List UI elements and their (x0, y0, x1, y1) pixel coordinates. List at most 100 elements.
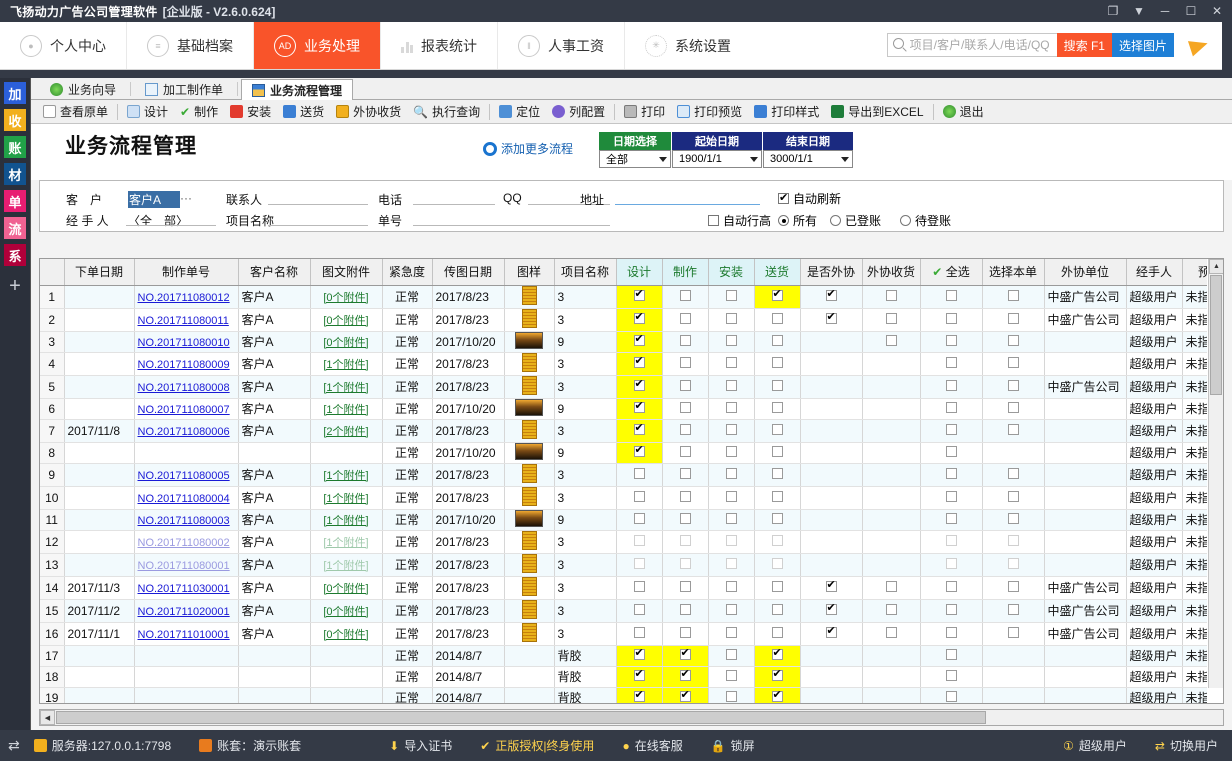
grid-cell-design[interactable] (616, 530, 662, 553)
grid-cell-produce[interactable] (662, 530, 708, 553)
tab-business-wizard[interactable]: 业务向导 (39, 78, 127, 99)
row-checkbox[interactable] (634, 513, 645, 524)
grid-cell-select_one[interactable] (982, 687, 1044, 703)
grid-cell-out_recv[interactable] (862, 352, 920, 375)
grid-cell-deliver[interactable] (754, 285, 800, 308)
grid-cell-outsource[interactable] (800, 442, 862, 463)
rail-item-account[interactable]: 账 (4, 136, 26, 158)
grid-cell-out_recv[interactable] (862, 553, 920, 576)
row-checkbox[interactable] (886, 581, 897, 592)
row-checkbox[interactable] (680, 558, 691, 569)
toolbar-install[interactable]: 安装 (224, 101, 277, 123)
grid-cell-select_one[interactable] (982, 463, 1044, 486)
row-checkbox[interactable] (726, 691, 737, 702)
grid-cell-produce[interactable] (662, 285, 708, 308)
row-checkbox[interactable] (946, 491, 957, 502)
status-online-service[interactable]: ● 在线客服 (608, 737, 696, 754)
make-order-link[interactable]: NO.201711080009 (138, 359, 230, 371)
row-checkbox[interactable] (634, 357, 645, 368)
thumbnail-image[interactable] (522, 531, 537, 550)
rail-item-system[interactable]: 系 (4, 244, 26, 266)
end-date-dropdown[interactable]: 3000/1/1 (763, 150, 853, 168)
grid-cell-out_recv[interactable] (862, 419, 920, 442)
row-checkbox[interactable] (1008, 424, 1019, 435)
row-checkbox[interactable] (772, 627, 783, 638)
grid-cell-out_recv[interactable] (862, 530, 920, 553)
grid-cell-design[interactable] (616, 576, 662, 599)
row-checkbox[interactable] (772, 357, 783, 368)
grid-cell-select_one[interactable] (982, 530, 1044, 553)
row-checkbox[interactable] (1008, 558, 1019, 569)
attachment-link[interactable]: [0个附件] (323, 315, 368, 327)
grid-cell-deliver[interactable] (754, 419, 800, 442)
row-checkbox[interactable] (826, 290, 837, 301)
table-row[interactable]: 3NO.201711080010客户A[0个附件]正常2017/10/209超级… (40, 331, 1207, 352)
row-checkbox[interactable] (946, 513, 957, 524)
attachment-link[interactable]: [0个附件] (323, 292, 368, 304)
nav-item-hr-payroll[interactable]: ‖ 人事工资 (498, 22, 625, 69)
grid-cell-produce[interactable] (662, 463, 708, 486)
row-checkbox[interactable] (726, 491, 737, 502)
grid-cell-select_one[interactable] (982, 442, 1044, 463)
grid-cell-design[interactable] (616, 419, 662, 442)
row-checkbox[interactable] (680, 670, 691, 681)
thumbnail-image[interactable] (522, 623, 537, 642)
grid-cell-deliver[interactable] (754, 463, 800, 486)
row-checkbox[interactable] (680, 357, 691, 368)
attachment-link[interactable]: [1个附件] (323, 382, 368, 394)
grid-cell-produce[interactable] (662, 308, 708, 331)
make-order-link[interactable]: NO.201711080005 (138, 470, 230, 482)
row-checkbox[interactable] (1008, 513, 1019, 524)
make-order-link[interactable]: NO.201711010001 (138, 629, 230, 641)
row-checkbox[interactable] (886, 290, 897, 301)
grid-cell-out_recv[interactable] (862, 486, 920, 509)
make-order-link[interactable]: NO.201711030001 (138, 583, 230, 595)
thumbnail-image[interactable] (522, 487, 537, 506)
row-checkbox[interactable] (634, 290, 645, 301)
row-checkbox[interactable] (634, 335, 645, 346)
thumbnail-image[interactable] (522, 286, 537, 305)
row-checkbox[interactable] (772, 670, 783, 681)
toolbar-print[interactable]: 打印 (618, 101, 671, 123)
grid-cell-select_all[interactable] (920, 375, 982, 398)
row-checkbox[interactable] (772, 491, 783, 502)
grid-column-header-install[interactable]: 安装 (708, 259, 754, 285)
grid-column-header-out_unit[interactable]: 外协单位 (1044, 259, 1126, 285)
radio-posted[interactable]: 已登账 (830, 212, 881, 229)
row-checkbox[interactable] (772, 335, 783, 346)
thumbnail-image[interactable] (522, 600, 537, 619)
grid-cell-select_all[interactable] (920, 622, 982, 645)
grid-cell-out_recv[interactable] (862, 599, 920, 622)
row-checkbox[interactable] (946, 446, 957, 457)
row-checkbox[interactable] (634, 535, 645, 546)
grid-cell-produce[interactable] (662, 599, 708, 622)
attachment-link[interactable]: [1个附件] (323, 537, 368, 549)
grid-cell-produce[interactable] (662, 666, 708, 687)
attachment-link[interactable]: [0个附件] (323, 583, 368, 595)
grid-cell-design[interactable] (616, 398, 662, 419)
row-checkbox[interactable] (946, 424, 957, 435)
row-checkbox[interactable] (726, 446, 737, 457)
grid-cell-produce[interactable] (662, 419, 708, 442)
rail-item-flow[interactable]: 流 (4, 217, 26, 239)
attachment-link[interactable]: [1个附件] (323, 470, 368, 482)
row-checkbox[interactable] (726, 627, 737, 638)
nav-item-personal[interactable]: ● 个人中心 (0, 22, 127, 69)
scroll-up-button[interactable]: ▲ (1209, 259, 1224, 274)
make-order-link[interactable]: NO.201711080012 (138, 292, 230, 304)
grid-column-header-project[interactable]: 项目名称 (554, 259, 616, 285)
thumbnail-image[interactable] (515, 443, 543, 460)
row-checkbox[interactable] (726, 513, 737, 524)
grid-cell-select_all[interactable] (920, 645, 982, 666)
thumbnail-image[interactable] (522, 376, 537, 395)
start-date-dropdown[interactable]: 1900/1/1 (672, 150, 762, 168)
row-checkbox[interactable] (772, 513, 783, 524)
row-checkbox[interactable] (826, 627, 837, 638)
horizontal-scroll-thumb[interactable] (56, 711, 986, 724)
data-grid[interactable]: 下单日期制作单号客户名称图文附件紧急度传图日期图样项目名称设计制作安装送货是否外… (39, 258, 1224, 704)
auto-refresh-checkbox[interactable]: 自动刷新 (778, 190, 841, 207)
row-checkbox[interactable] (1008, 468, 1019, 479)
row-checkbox[interactable] (680, 627, 691, 638)
row-checkbox[interactable] (680, 335, 691, 346)
row-checkbox[interactable] (680, 290, 691, 301)
